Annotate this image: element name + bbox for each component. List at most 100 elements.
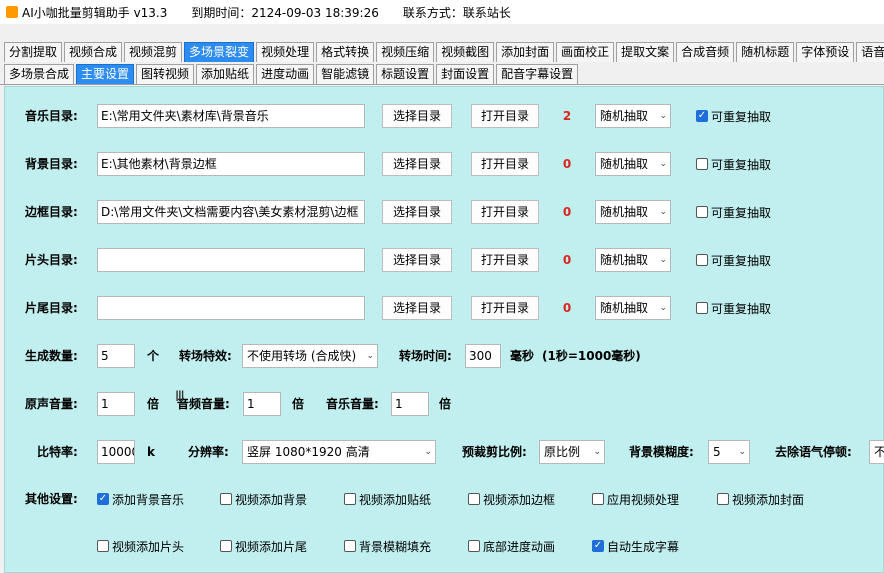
tab-sub-3[interactable]: 添加贴纸 [196, 64, 255, 84]
choose-dir-button[interactable]: 选择目录 [382, 296, 452, 320]
dir-path-input[interactable]: D:\常用文件夹\文档需要内容\美女素材混剪\边框 [97, 200, 365, 224]
dir-label: 片头目录: [25, 253, 78, 267]
open-dir-button[interactable]: 打开目录 [471, 104, 539, 128]
bitrate-input[interactable]: 10000 [97, 440, 135, 464]
tab-main-5[interactable]: 格式转换 [316, 42, 375, 62]
repeat-pick-checkbox[interactable]: 可重复抽取 [696, 248, 771, 272]
pick-mode-value: 随机抽取 [600, 301, 649, 315]
option-checkbox[interactable]: 视频添加边框 [468, 487, 555, 511]
crop-select[interactable]: 原比例 ⌄ [539, 440, 605, 464]
dir-path-input[interactable]: E:\其他素材\背景边框 [97, 152, 365, 176]
text-cursor-icon: Ⅲ [175, 389, 185, 405]
option-label: 视频添加贴纸 [359, 492, 432, 507]
count-input[interactable]: 5 [97, 344, 135, 368]
tab-main-4[interactable]: 视频处理 [256, 42, 315, 62]
repeat-pick-checkbox[interactable]: 可重复抽取 [696, 200, 771, 224]
pick-mode-select[interactable]: 随机抽取 ⌄ [595, 248, 671, 272]
music-volume-unit: 倍 [439, 397, 452, 411]
repeat-pick-label: 可重复抽取 [711, 205, 772, 220]
option-checkbox[interactable]: 背景模糊填充 [344, 534, 431, 558]
main-settings-panel: 音乐目录: E:\常用文件夹\素材库\背景音乐 选择目录 打开目录 2 随机抽取 ⌄ ✓ 可重复… [4, 86, 884, 573]
option-checkbox[interactable]: 视频添加封面 [717, 487, 804, 511]
dir-path-input[interactable] [97, 248, 365, 272]
tab-sub-7[interactable]: 封面设置 [436, 64, 495, 84]
checkbox-icon [717, 493, 729, 505]
tab-sub-6[interactable]: 标题设置 [376, 64, 435, 84]
music-volume-input[interactable]: 1 [391, 392, 429, 416]
option-checkbox[interactable]: 应用视频处理 [592, 487, 679, 511]
tab-main-3[interactable]: 多场景裂变 [184, 42, 255, 62]
pause-value: 不 [874, 445, 884, 459]
tab-sub-5[interactable]: 智能滤镜 [316, 64, 375, 84]
open-dir-button[interactable]: 打开目录 [471, 296, 539, 320]
pick-mode-select[interactable]: 随机抽取 ⌄ [595, 296, 671, 320]
open-dir-button[interactable]: 打开目录 [471, 200, 539, 224]
dir-label: 边框目录: [25, 205, 78, 219]
choose-dir-button[interactable]: 选择目录 [382, 152, 452, 176]
dir-path-input[interactable] [97, 296, 365, 320]
option-checkbox[interactable]: 视频添加片头 [97, 534, 184, 558]
tab-main-11[interactable]: 合成音频 [676, 42, 735, 62]
orig-volume-input[interactable]: 1 [97, 392, 135, 416]
option-checkbox[interactable]: ✓ 自动生成字幕 [592, 534, 679, 558]
choose-dir-button[interactable]: 选择目录 [382, 248, 452, 272]
title-bar: AI小咖批量剪辑助手 v13.3 到期时间：2124-09-03 18:39:2… [0, 0, 884, 24]
pick-mode-select[interactable]: 随机抽取 ⌄ [595, 200, 671, 224]
tab-main-6[interactable]: 视频压缩 [376, 42, 435, 62]
tab-main-0[interactable]: 分割提取 [4, 42, 63, 62]
tab-main-13[interactable]: 字体预设 [796, 42, 855, 62]
choose-dir-button[interactable]: 选择目录 [382, 104, 452, 128]
music-volume-label: 音乐音量: [326, 397, 379, 411]
tab-sub-1[interactable]: 主要设置 [76, 64, 135, 84]
chevron-down-icon: ⌄ [424, 447, 432, 457]
tab-main-2[interactable]: 视频混剪 [124, 42, 183, 62]
tab-main-9[interactable]: 画面校正 [556, 42, 615, 62]
option-checkbox[interactable]: 视频添加背景 [220, 487, 307, 511]
count-label: 生成数量: [25, 349, 78, 363]
tab-sub-0[interactable]: 多场景合成 [4, 64, 75, 84]
option-label: 视频添加边框 [483, 492, 556, 507]
transition-label: 转场特效: [179, 349, 232, 363]
option-checkbox[interactable]: 视频添加贴纸 [344, 487, 431, 511]
checkbox-icon [220, 540, 232, 552]
option-checkbox[interactable]: 底部进度动画 [468, 534, 555, 558]
dir-path-input[interactable]: E:\常用文件夹\素材库\背景音乐 [97, 104, 365, 128]
tab-main-12[interactable]: 随机标题 [736, 42, 795, 62]
option-label: 视频添加片尾 [235, 539, 308, 554]
pick-mode-select[interactable]: 随机抽取 ⌄ [595, 152, 671, 176]
repeat-pick-label: 可重复抽取 [711, 109, 772, 124]
option-checkbox[interactable]: ✓ 添加背景音乐 [97, 487, 184, 511]
sub-tab-bar: 多场景合成 主要设置 图转视频 添加贴纸 进度动画 智能滤镜 标题设置 封面设置 配音字幕设置 [0, 63, 884, 85]
transition-select[interactable]: 不使用转场 (合成快) ⌄ [242, 344, 378, 368]
resolution-select[interactable]: 竖屏 1080*1920 高清 ⌄ [242, 440, 436, 464]
tab-main-1[interactable]: 视频合成 [64, 42, 123, 62]
file-count: 0 [562, 301, 572, 315]
orig-volume-label: 原声音量: [25, 397, 78, 411]
pick-mode-select[interactable]: 随机抽取 ⌄ [595, 104, 671, 128]
tab-main-7[interactable]: 视频截图 [436, 42, 495, 62]
tab-main-10[interactable]: 提取文案 [616, 42, 675, 62]
checkmark-icon: ✓ [696, 110, 708, 122]
pause-select[interactable]: 不 [869, 440, 884, 464]
resolution-label: 分辨率: [188, 445, 229, 459]
option-checkbox[interactable]: 视频添加片尾 [220, 534, 307, 558]
checkbox-icon [220, 493, 232, 505]
choose-dir-button[interactable]: 选择目录 [382, 200, 452, 224]
tab-sub-2[interactable]: 图转视频 [136, 64, 195, 84]
count-unit: 个 [147, 349, 160, 363]
repeat-pick-checkbox[interactable]: 可重复抽取 [696, 296, 771, 320]
repeat-pick-checkbox[interactable]: ✓ 可重复抽取 [696, 104, 771, 128]
blur-select[interactable]: 5 ⌄ [708, 440, 750, 464]
tab-main-8[interactable]: 添加封面 [496, 42, 555, 62]
checkbox-icon [468, 540, 480, 552]
tab-main-14[interactable]: 语音 [856, 42, 884, 62]
repeat-pick-checkbox[interactable]: 可重复抽取 [696, 152, 771, 176]
open-dir-button[interactable]: 打开目录 [471, 248, 539, 272]
repeat-pick-label: 可重复抽取 [711, 301, 772, 316]
audio-volume-input[interactable]: 1 [243, 392, 281, 416]
tab-sub-4[interactable]: 进度动画 [256, 64, 315, 84]
open-dir-button[interactable]: 打开目录 [471, 152, 539, 176]
option-label: 视频添加封面 [732, 492, 805, 507]
tab-sub-8[interactable]: 配音字幕设置 [496, 64, 579, 84]
transition-time-input[interactable]: 300 [465, 344, 501, 368]
